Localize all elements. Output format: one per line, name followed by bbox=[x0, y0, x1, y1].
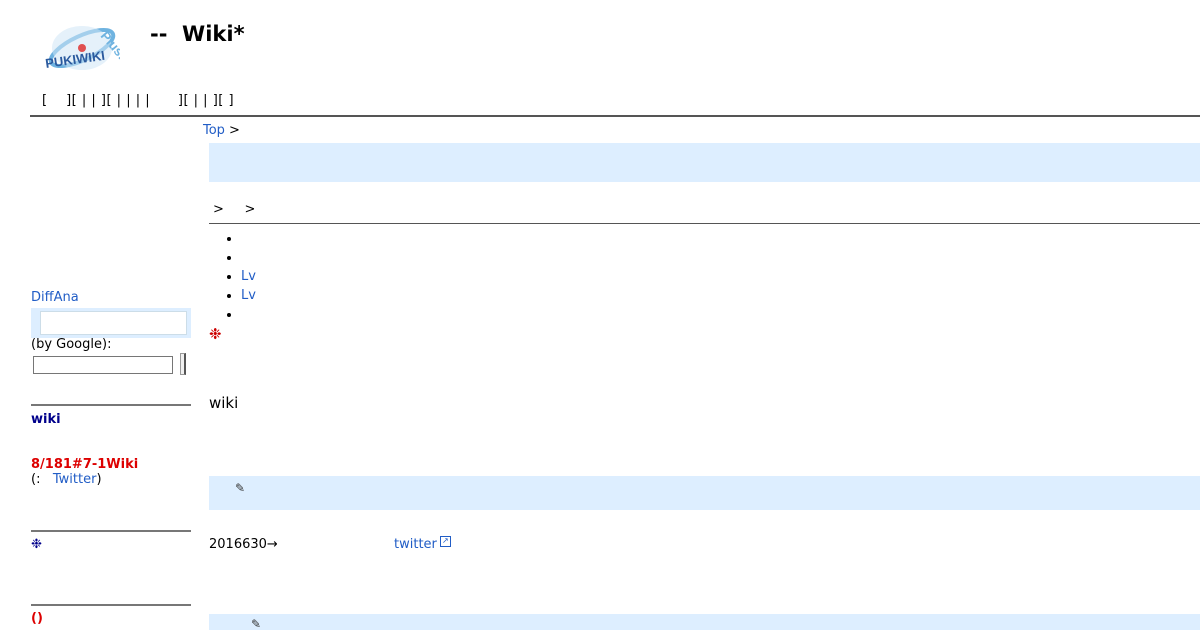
external-link-icon: ↗ bbox=[439, 536, 451, 547]
header-divider bbox=[30, 115, 1200, 117]
wiki-heading: wiki bbox=[209, 394, 239, 412]
section-heading-box: ✎ bbox=[209, 476, 1200, 510]
search-button[interactable] bbox=[180, 353, 186, 375]
sidebar-notice: 8/181#7-1Wiki bbox=[31, 457, 139, 472]
header-info-box bbox=[209, 143, 1200, 182]
menu-list: Lv Lv bbox=[209, 229, 609, 324]
list-item bbox=[241, 229, 609, 248]
google-search-label: (by Google): bbox=[31, 337, 112, 352]
sidebar-twitter-line: (: Twitter) bbox=[31, 472, 102, 487]
breadcrumb-top-link[interactable]: Top bbox=[203, 123, 225, 138]
sidebar-mark-icon: ❉ bbox=[31, 537, 42, 552]
header-navigation[interactable]: [ ][ | | ][ | | | | ][ | | ][ ] bbox=[42, 93, 234, 108]
page-title: -- Wiki* bbox=[150, 22, 245, 46]
sidebar-divider bbox=[31, 530, 191, 532]
list-item bbox=[241, 305, 609, 324]
list-item[interactable]: Lv bbox=[241, 267, 609, 286]
breadcrumb-separator: > bbox=[228, 123, 240, 138]
sidebar-divider bbox=[31, 604, 191, 606]
list-item bbox=[241, 248, 609, 267]
section-breadcrumb: > > bbox=[213, 202, 256, 217]
search-input[interactable] bbox=[33, 356, 173, 374]
sidebar-box bbox=[31, 308, 191, 338]
diffana-link[interactable]: DiffAna bbox=[31, 290, 79, 305]
edit-pencil-icon[interactable]: ✎ bbox=[251, 617, 261, 631]
twitter-link[interactable]: twitter ↗ bbox=[394, 536, 451, 552]
list-item[interactable]: Lv bbox=[241, 286, 609, 305]
breadcrumb: Top > bbox=[203, 123, 240, 138]
twitter-link-label[interactable]: twitter bbox=[394, 537, 437, 552]
edit-pencil-icon[interactable]: ✎ bbox=[235, 481, 245, 495]
section-heading-box: ✎ bbox=[209, 614, 1200, 631]
note-mark-icon: ❉ bbox=[209, 325, 222, 343]
sidebar-wiki-link[interactable]: wiki bbox=[31, 412, 61, 427]
sidebar-paren-heading: () bbox=[31, 611, 43, 626]
pukiwiki-logo[interactable]: Plus! PUKIWIKI bbox=[44, 12, 130, 88]
sidebar-twitter-link[interactable]: Twitter bbox=[53, 472, 97, 487]
section-divider bbox=[209, 223, 1200, 224]
sidebar-box-content bbox=[40, 311, 187, 335]
list-item-link[interactable]: Lv bbox=[241, 269, 256, 284]
sidebar-divider bbox=[31, 404, 191, 406]
update-text: 2016630→ bbox=[209, 537, 278, 552]
list-item-link[interactable]: Lv bbox=[241, 288, 256, 303]
